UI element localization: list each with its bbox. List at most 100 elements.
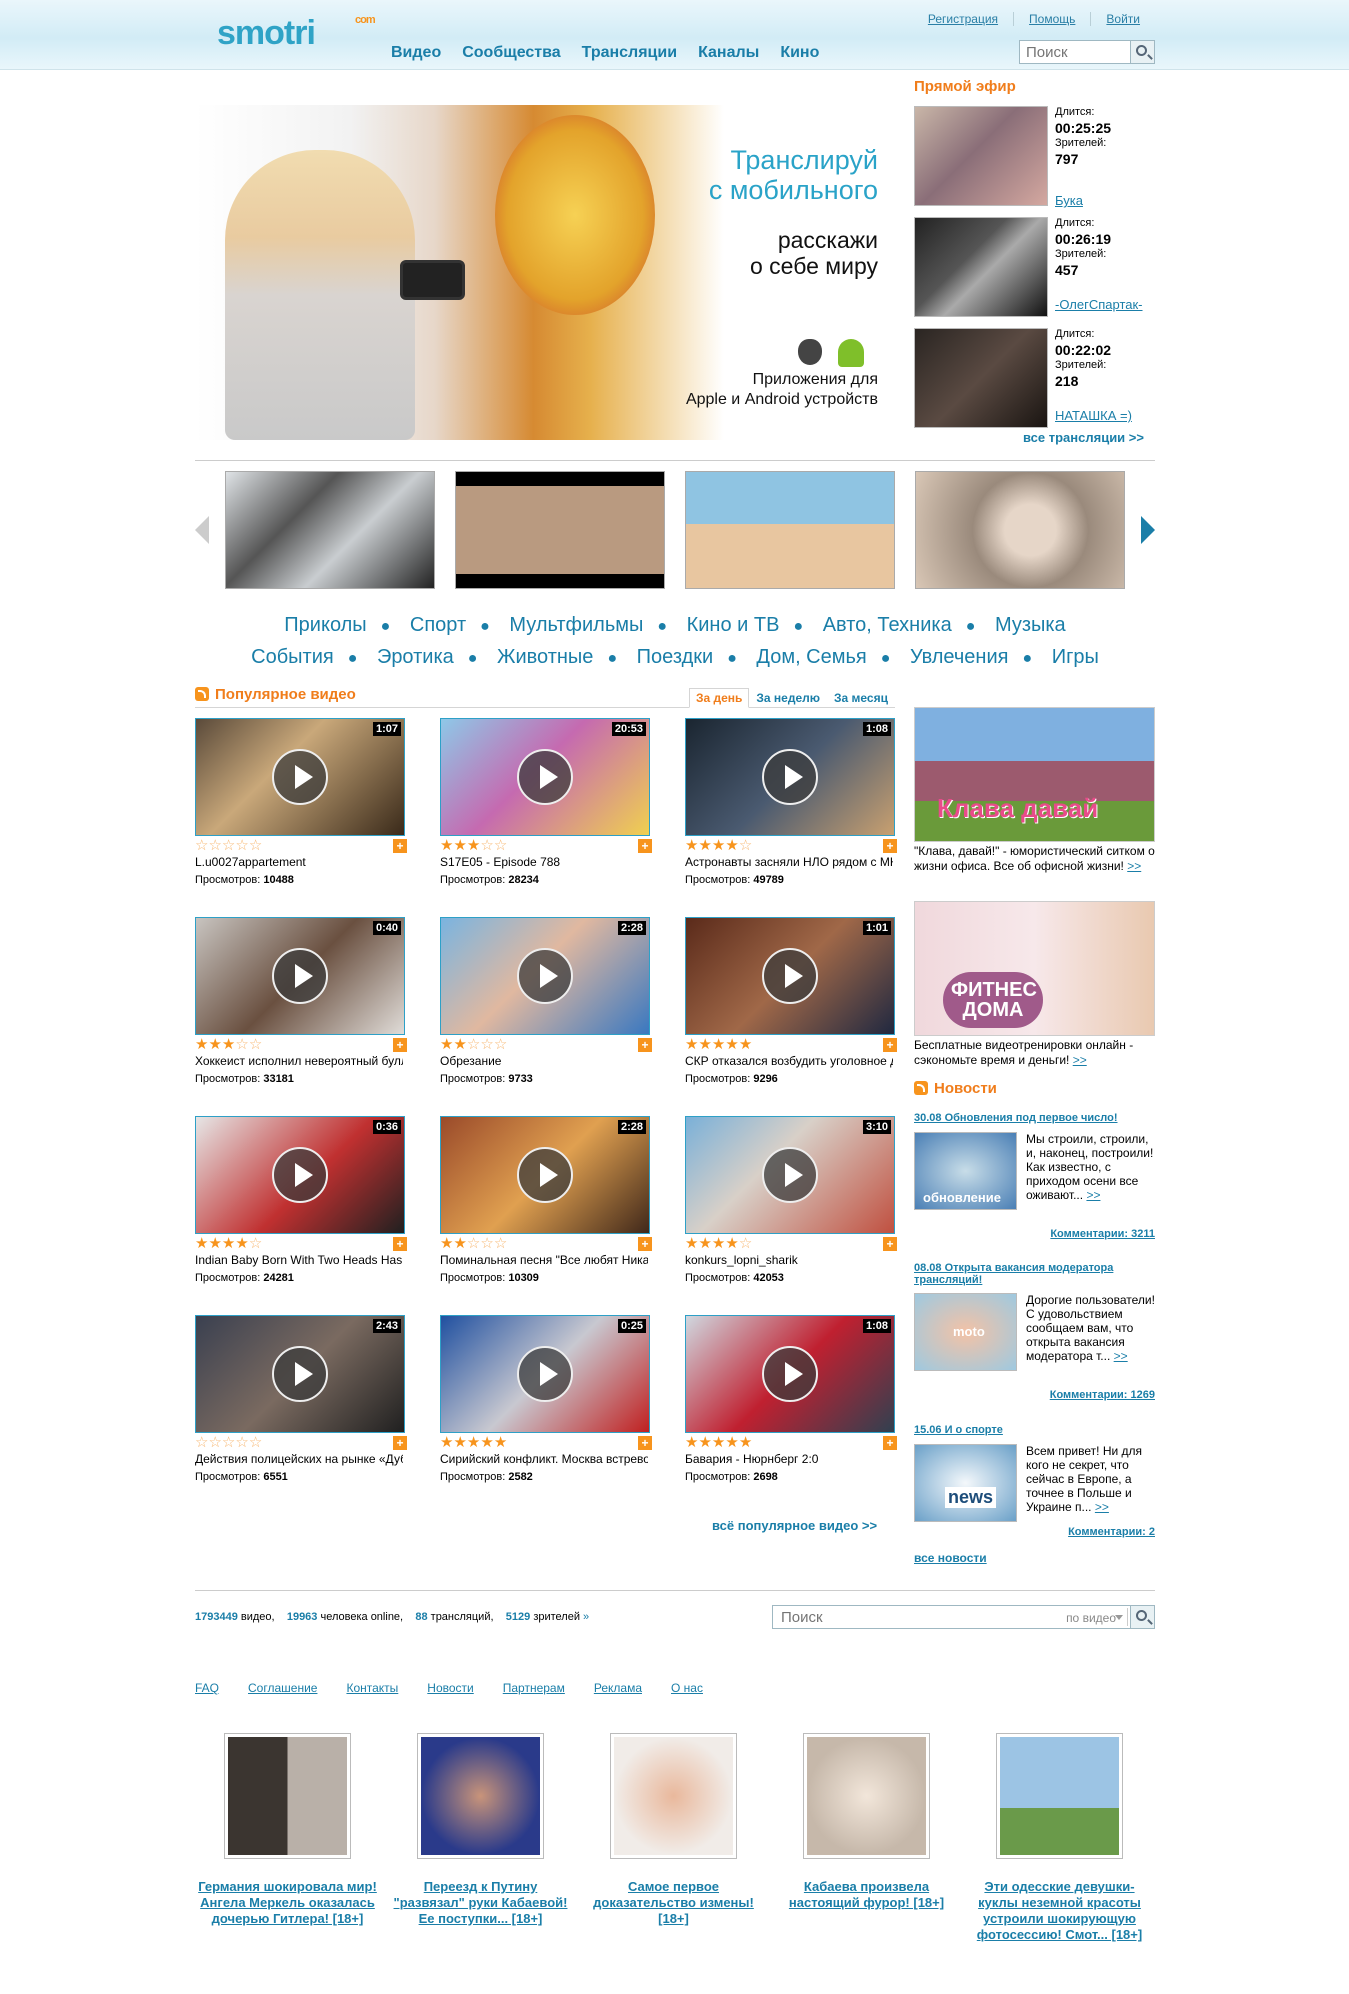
login-link[interactable]: Войти — [1090, 12, 1155, 26]
category-link[interactable]: Эротика — [377, 646, 454, 668]
teaser-link[interactable]: Переезд к Путину "развязал" руки Кабаево… — [388, 1879, 573, 1927]
add-to-playlist-icon[interactable]: + — [883, 1237, 897, 1251]
video-thumbnail[interactable]: 3:10 — [685, 1116, 895, 1234]
search-scope-select[interactable]: по видео — [1066, 1611, 1116, 1625]
rating-stars[interactable]: ★★★★★ — [440, 1435, 507, 1450]
play-icon[interactable] — [272, 948, 328, 1004]
live-user-link[interactable]: Бука — [1055, 193, 1083, 208]
ad-image[interactable]: ФИТНЕС ДОМА — [914, 901, 1155, 1036]
teaser-link[interactable]: Эти одесские девушки-куклы неземной крас… — [967, 1879, 1152, 1943]
video-title[interactable]: Обрезание — [440, 1054, 648, 1070]
news-more-link[interactable]: >> — [1095, 1500, 1109, 1514]
category-link[interactable]: Спорт — [410, 614, 466, 636]
footer-link-news[interactable]: Новости — [427, 1681, 473, 1695]
nav-broadcasts[interactable]: Трансляции — [582, 44, 677, 62]
news-image[interactable]: news — [914, 1444, 1017, 1522]
add-to-playlist-icon[interactable]: + — [393, 1436, 407, 1450]
news-more-link[interactable]: >> — [1086, 1188, 1100, 1202]
footer-search-button[interactable] — [1130, 1606, 1154, 1628]
teaser-image[interactable] — [996, 1733, 1123, 1859]
video-thumbnail[interactable]: 1:08 — [685, 718, 895, 836]
video-title[interactable]: Астронавты засняли НЛО рядом с МКС — [685, 855, 893, 871]
category-link[interactable]: Музыка — [995, 614, 1066, 636]
news-comments-link[interactable]: Комментарии: 2 — [1068, 1526, 1155, 1538]
all-broadcasts-link[interactable]: все трансляции >> — [1023, 430, 1144, 445]
news-comments-link[interactable]: Комментарии: 1269 — [1050, 1389, 1155, 1401]
play-icon[interactable] — [272, 1147, 328, 1203]
rating-stars[interactable]: ★★★★☆ — [195, 1236, 262, 1251]
live-thumb[interactable] — [914, 217, 1048, 317]
play-icon[interactable] — [762, 1346, 818, 1402]
stats-more-link[interactable]: » — [583, 1611, 589, 1623]
video-thumbnail[interactable]: 2:28 — [440, 1116, 650, 1234]
ad-image[interactable]: Клава давай — [914, 707, 1155, 842]
nav-channels[interactable]: Каналы — [698, 44, 759, 62]
teaser-link[interactable]: Кабаева произвела настоящий фурор! [18+] — [774, 1879, 959, 1911]
video-thumbnail[interactable]: 0:40 — [195, 917, 405, 1035]
add-to-playlist-icon[interactable]: + — [638, 1237, 652, 1251]
rating-stars[interactable]: ★★★★☆ — [685, 838, 752, 853]
footer-link-agreement[interactable]: Соглашение — [248, 1681, 317, 1695]
add-to-playlist-icon[interactable]: + — [883, 1038, 897, 1052]
news-image[interactable]: moto — [914, 1293, 1017, 1371]
video-thumbnail[interactable]: 2:28 — [440, 917, 650, 1035]
rss-icon[interactable] — [914, 1081, 928, 1095]
news-more-link[interactable]: >> — [1114, 1349, 1128, 1363]
rating-stars[interactable]: ☆☆☆☆☆ — [195, 838, 262, 853]
video-title[interactable]: Indian Baby Born With Two Heads Has — [195, 1253, 403, 1269]
footer-link-ads[interactable]: Реклама — [594, 1681, 642, 1695]
tab-month[interactable]: За месяц — [827, 688, 895, 708]
play-icon[interactable] — [517, 749, 573, 805]
add-to-playlist-icon[interactable]: + — [883, 839, 897, 853]
category-link[interactable]: Поездки — [637, 646, 714, 668]
news-image[interactable]: обновление — [914, 1132, 1017, 1210]
video-title[interactable]: S17E05 - Episode 788 — [440, 855, 648, 871]
rating-stars[interactable]: ☆☆☆☆☆ — [195, 1435, 262, 1450]
video-title[interactable]: Хоккеист исполнил невероятный буллит — [195, 1054, 403, 1070]
add-to-playlist-icon[interactable]: + — [638, 1038, 652, 1052]
video-title[interactable]: konkurs_lopni_sharik — [685, 1253, 893, 1269]
play-icon[interactable] — [517, 1147, 573, 1203]
video-thumbnail[interactable]: 0:25 — [440, 1315, 650, 1433]
play-icon[interactable] — [762, 1147, 818, 1203]
ad-more-link[interactable]: >> — [1073, 1053, 1087, 1067]
video-thumbnail[interactable]: 20:53 — [440, 718, 650, 836]
video-thumbnail[interactable]: 1:07 — [195, 718, 405, 836]
tab-week[interactable]: За неделю — [749, 688, 827, 708]
nav-video[interactable]: Видео — [391, 44, 441, 62]
search-input[interactable] — [1020, 41, 1130, 63]
rating-stars[interactable]: ★★★★★ — [685, 1435, 752, 1450]
smotri-logo[interactable]: smotri com — [217, 14, 376, 53]
rating-stars[interactable]: ★★★☆☆ — [195, 1037, 262, 1052]
carousel-thumb[interactable] — [455, 471, 665, 589]
carousel-thumb[interactable] — [915, 471, 1125, 589]
add-to-playlist-icon[interactable]: + — [393, 1038, 407, 1052]
video-thumbnail[interactable]: 1:01 — [685, 917, 895, 1035]
nav-communities[interactable]: Сообщества — [462, 44, 560, 62]
tab-day[interactable]: За день — [688, 688, 750, 708]
news-title-link[interactable]: 15.06 И о спорте — [914, 1424, 1155, 1436]
live-user-link[interactable]: НАТАШКА =) — [1055, 408, 1132, 423]
live-user-link[interactable]: -ОлегСпартак- — [1055, 297, 1143, 312]
teaser-image[interactable] — [417, 1733, 544, 1859]
rss-icon[interactable] — [195, 687, 209, 701]
video-thumbnail[interactable]: 2:43 — [195, 1315, 405, 1433]
category-link[interactable]: События — [251, 646, 334, 668]
video-thumbnail[interactable]: 0:36 — [195, 1116, 405, 1234]
video-title[interactable]: Бавария - Нюрнберг 2:0 — [685, 1452, 893, 1468]
video-thumbnail[interactable]: 1:08 — [685, 1315, 895, 1433]
rating-stars[interactable]: ★★★★☆ — [685, 1236, 752, 1251]
category-link[interactable]: Животные — [497, 646, 593, 668]
play-icon[interactable] — [517, 948, 573, 1004]
news-title-link[interactable]: 08.08 Открыта вакансия модератора трансл… — [914, 1262, 1155, 1286]
footer-link-contacts[interactable]: Контакты — [346, 1681, 398, 1695]
rating-stars[interactable]: ★★★★★ — [685, 1037, 752, 1052]
teaser-link[interactable]: Самое первое доказательство измены! [18+… — [581, 1879, 766, 1927]
rating-stars[interactable]: ★★☆☆☆ — [440, 1236, 507, 1251]
category-link[interactable]: Дом, Семья — [756, 646, 866, 668]
footer-link-about[interactable]: О нас — [671, 1681, 703, 1695]
category-link[interactable]: Кино и ТВ — [687, 614, 780, 636]
category-link[interactable]: Мультфильмы — [509, 614, 643, 636]
all-news-link[interactable]: все новости — [914, 1551, 987, 1565]
add-to-playlist-icon[interactable]: + — [638, 1436, 652, 1450]
